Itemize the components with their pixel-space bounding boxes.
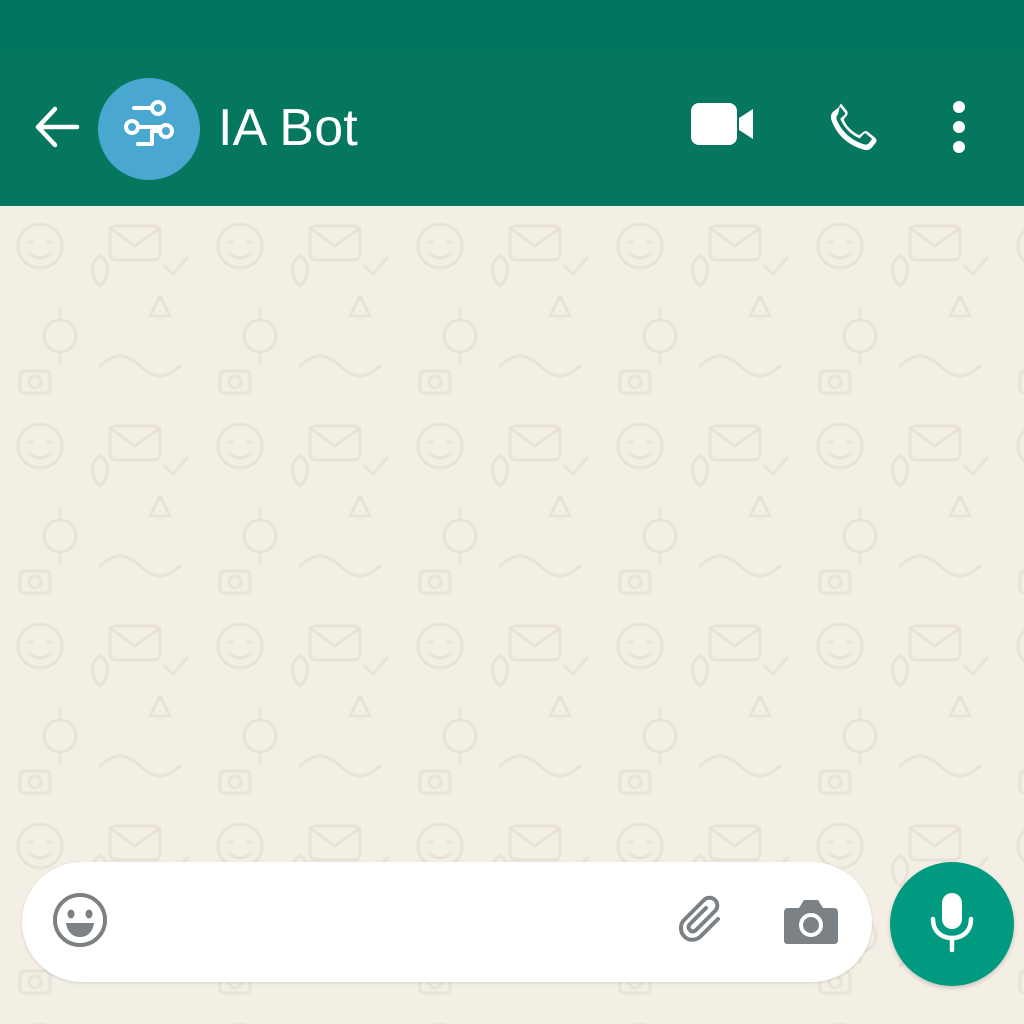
message-input[interactable] [142,892,666,954]
arrow-left-icon [31,101,83,158]
phone-icon [825,98,883,161]
attach-button[interactable] [672,894,734,954]
emoji-smile-icon [52,892,108,953]
video-call-button[interactable] [684,98,760,154]
emoji-button[interactable] [52,892,108,953]
back-button[interactable] [28,100,86,158]
microphone-icon [926,891,978,958]
camera-button[interactable] [780,894,842,952]
contact-name[interactable]: IA Bot [218,98,358,158]
camera-icon [782,896,840,951]
more-options-button[interactable] [936,94,982,164]
status-bar [0,0,1024,54]
chat-header: IA Bot [0,54,1024,206]
voice-message-button[interactable] [890,862,1014,986]
voice-call-button[interactable] [818,94,890,164]
message-composer [22,862,872,982]
circuit-bot-icon [114,92,184,167]
video-camera-icon [689,101,755,152]
chat-screen: IA Bot [0,0,1024,1024]
avatar[interactable] [98,78,200,180]
paperclip-icon [674,893,732,956]
more-vertical-icon [949,99,969,160]
